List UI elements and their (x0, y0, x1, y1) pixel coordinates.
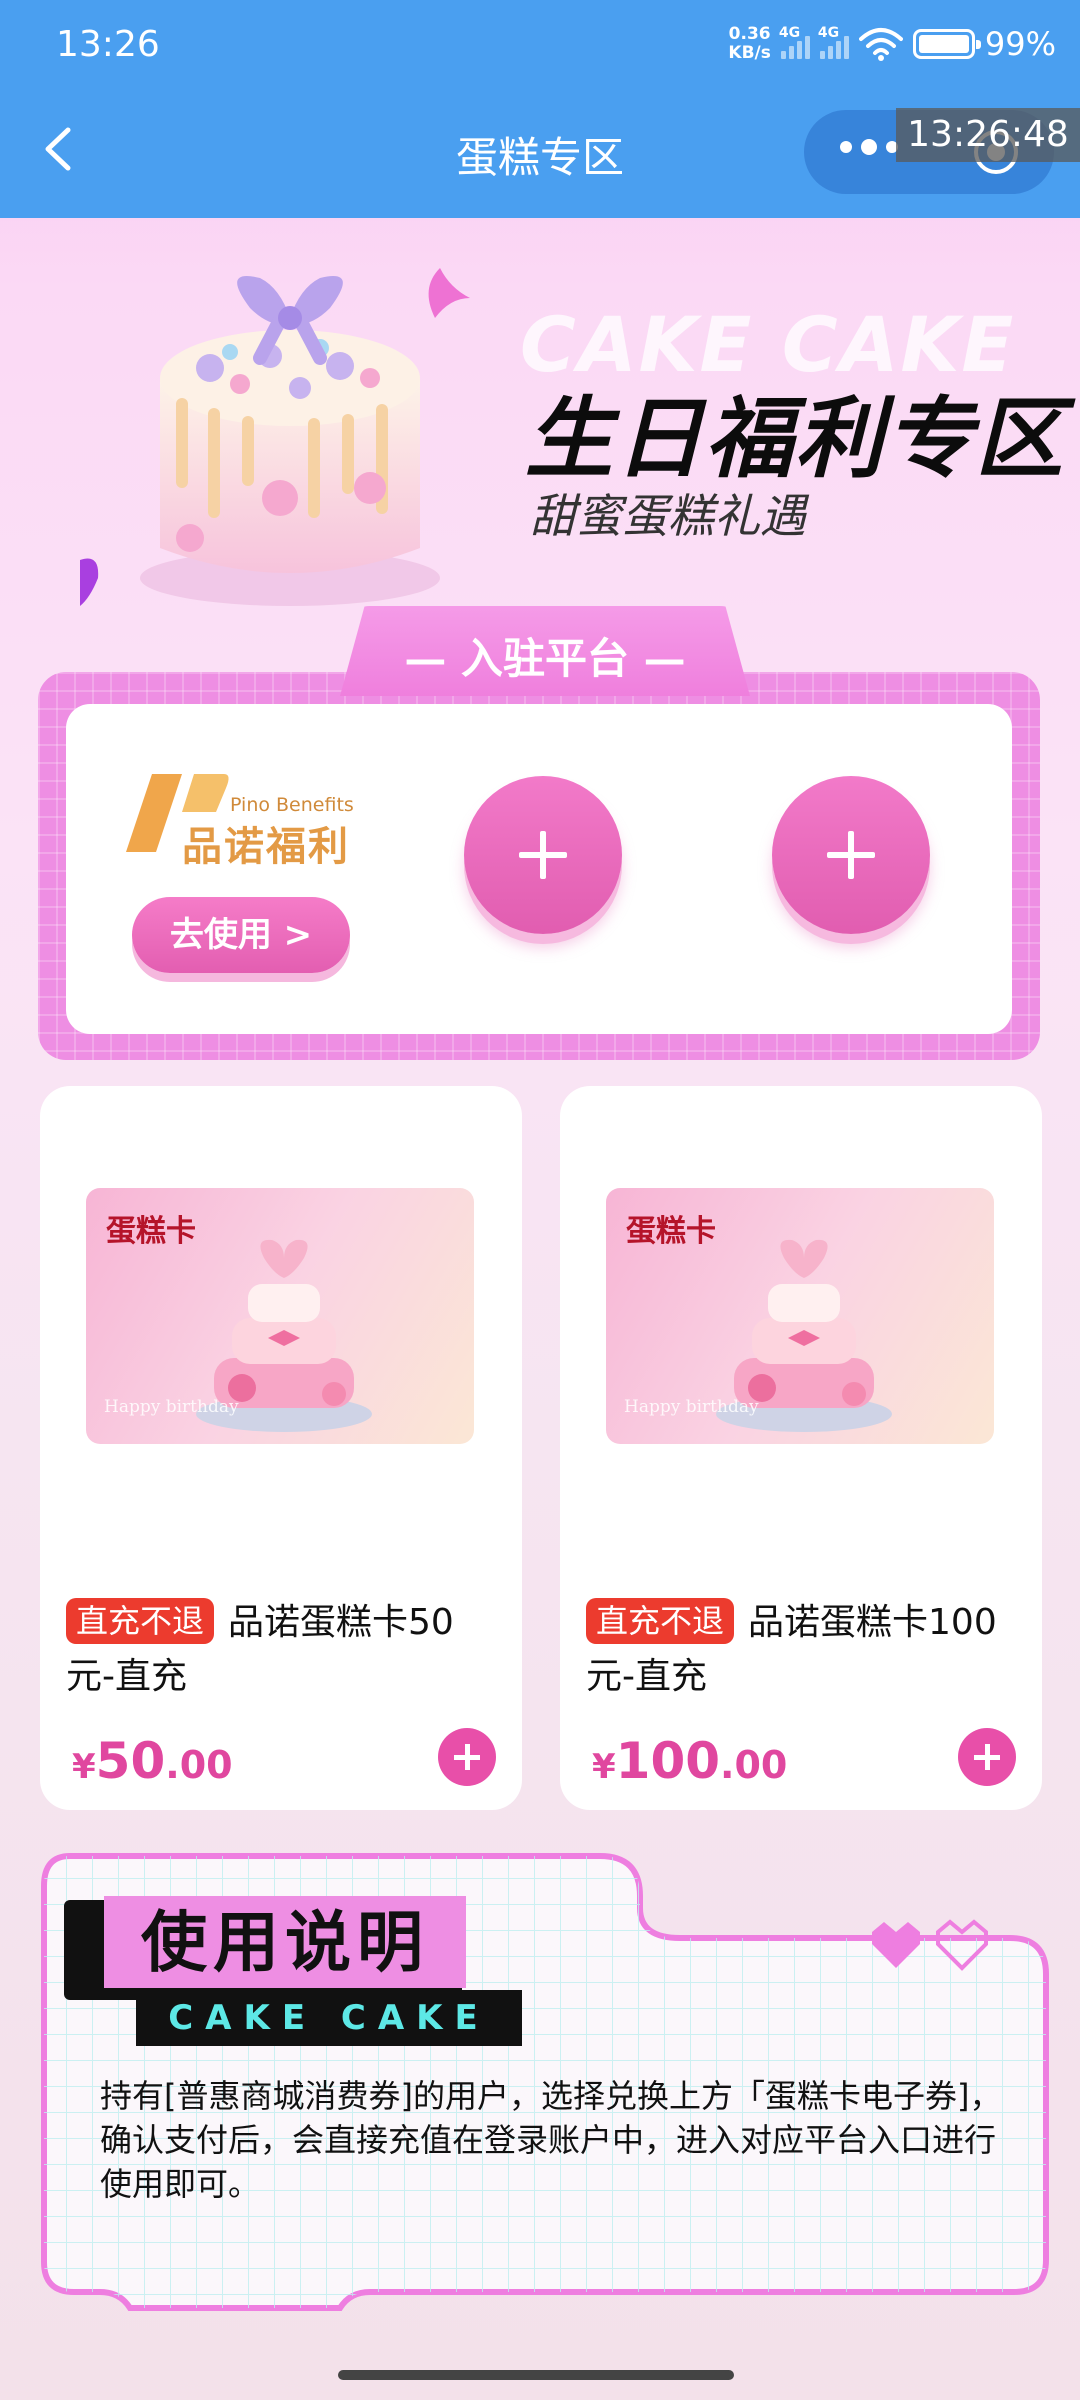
hero-title: 生日福利专区 (525, 387, 1066, 490)
hero-banner: CAKE CAKE 生日福利专区 甜蜜蛋糕礼遇 (0, 218, 1080, 618)
home-indicator[interactable] (338, 2370, 734, 2380)
product-price: ¥50.00 (72, 1732, 233, 1790)
more-icon[interactable] (840, 139, 898, 155)
product-card[interactable]: 蛋糕卡 Happy birthday 直充不退 品诺蛋糕卡100元-直充 ¥100… (560, 1086, 1042, 1810)
product-image-label: 蛋糕卡 (106, 1214, 196, 1249)
price-currency: ¥ (592, 1747, 616, 1787)
instructions-subtitle: CAKE CAKE (136, 1990, 522, 2046)
go-use-button[interactable]: 去使用 > (132, 897, 350, 973)
product-price: ¥100.00 (592, 1732, 787, 1790)
price-decimal: .00 (720, 1743, 788, 1787)
wifi-icon (858, 28, 903, 61)
price-currency: ¥ (72, 1747, 96, 1787)
instructions-text: 持有[普惠商城消费券]的用户，选择兑换上方「蛋糕卡电子券]，确认支付后，会直接充… (100, 2077, 1002, 2203)
battery-icon (912, 29, 981, 59)
instructions-title: 使用说明 (104, 1896, 466, 1988)
add-to-cart-button[interactable] (958, 1728, 1016, 1786)
status-icons: 0.36 KB/s 4G 4G 99% (728, 22, 1056, 66)
product-image: 蛋糕卡 Happy birthday (86, 1188, 474, 1444)
signal-1-label: 4G (778, 25, 801, 41)
signal-icon: 4G (818, 25, 849, 59)
network-speed: 0.36 KB/s (728, 25, 770, 63)
clock-overlay: 13:26:48 (896, 108, 1080, 162)
price-integer: 50 (95, 1732, 166, 1790)
add-platform-button[interactable] (772, 776, 930, 934)
price-decimal: .00 (165, 1743, 233, 1787)
product-title: 直充不退 品诺蛋糕卡50元-直充 (66, 1596, 496, 1704)
product-image-caption: Happy birthday (104, 1397, 239, 1417)
cake-illustration (80, 268, 470, 606)
pino-logo-chinese: 品诺福利 (182, 824, 350, 870)
pino-benefits-logo[interactable]: Pino Benefits 品诺福利 (122, 764, 362, 870)
top-bar: 13:26 0.36 KB/s 4G 4G 99% 蛋糕专区 13:26:48 (0, 0, 1080, 218)
add-platform-button[interactable] (464, 776, 622, 934)
product-title: 直充不退 品诺蛋糕卡100元-直充 (586, 1596, 1016, 1704)
product-image-label: 蛋糕卡 (626, 1214, 716, 1249)
battery-percentage: 99% (984, 25, 1056, 63)
signal-icon: 4G (779, 25, 810, 59)
product-image: 蛋糕卡 Happy birthday (606, 1188, 994, 1444)
no-refund-tag: 直充不退 (66, 1598, 215, 1644)
pino-logo-english: Pino Benefits (230, 794, 354, 816)
network-speed-unit: KB/s (728, 43, 771, 63)
signal-2-label: 4G (817, 25, 840, 41)
status-time: 13:26 (56, 24, 160, 65)
pixel-hearts-icon (872, 1919, 988, 1971)
add-to-cart-button[interactable] (438, 1728, 496, 1786)
no-refund-tag: 直充不退 (586, 1598, 735, 1644)
hero-subtitle: 甜蜜蛋糕礼遇 (530, 489, 806, 543)
product-card[interactable]: 蛋糕卡 Happy birthday 直充不退 品诺蛋糕卡50元-直充 ¥50.0… (40, 1086, 522, 1810)
product-image-caption: Happy birthday (624, 1397, 759, 1417)
network-speed-value: 0.36 (728, 24, 771, 44)
platform-tab-label: — 入驻平台 — (404, 634, 686, 683)
price-integer: 100 (615, 1732, 721, 1790)
